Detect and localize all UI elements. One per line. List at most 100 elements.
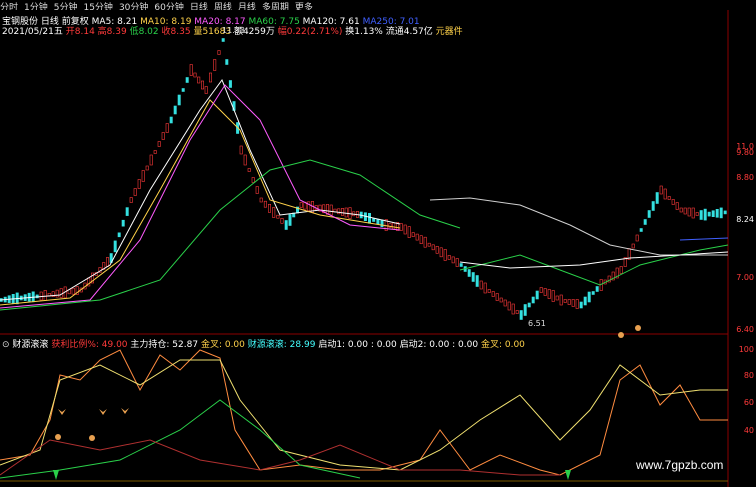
candle bbox=[209, 72, 213, 83]
candle bbox=[503, 299, 507, 307]
candle bbox=[683, 207, 687, 215]
candle bbox=[455, 258, 459, 267]
diamond-icon bbox=[58, 409, 66, 415]
golden-cross-2: 金叉: 0.00 bbox=[480, 340, 525, 350]
axis-label: 60 bbox=[743, 398, 754, 407]
candle bbox=[340, 208, 344, 216]
candle bbox=[169, 116, 173, 124]
candle bbox=[595, 286, 599, 292]
candle bbox=[471, 272, 475, 282]
candle bbox=[125, 207, 129, 216]
axis-label: 40 bbox=[743, 426, 754, 435]
candle bbox=[141, 170, 145, 182]
candle bbox=[647, 210, 651, 218]
candle bbox=[715, 209, 719, 218]
candle bbox=[483, 282, 487, 294]
candle bbox=[177, 94, 181, 106]
candle bbox=[559, 294, 563, 306]
candle bbox=[523, 304, 527, 316]
candle bbox=[129, 197, 133, 203]
candle bbox=[288, 214, 292, 226]
candle bbox=[165, 123, 169, 133]
ma60-line bbox=[0, 159, 461, 311]
candle bbox=[539, 287, 543, 293]
candle bbox=[635, 234, 639, 242]
candle bbox=[427, 242, 431, 247]
candle bbox=[703, 208, 707, 221]
indicator-main-line bbox=[0, 359, 728, 471]
candle bbox=[71, 287, 75, 295]
candle bbox=[415, 233, 419, 241]
ma10-line bbox=[0, 99, 401, 306]
chart-canvas[interactable]: 11.33 6.51 bbox=[0, 0, 756, 487]
candle bbox=[435, 246, 439, 254]
candle bbox=[679, 207, 683, 213]
candle bbox=[145, 165, 149, 171]
axis-label: 9.80 bbox=[736, 148, 754, 157]
candle bbox=[659, 185, 663, 195]
candle bbox=[699, 210, 703, 220]
candle bbox=[251, 177, 255, 183]
candle bbox=[631, 243, 635, 249]
indicator-legend: ⊙ 财源滚滚 获利比例%: 49.00 主力持仓: 52.87 金叉: 0.00… bbox=[2, 337, 525, 350]
candle bbox=[655, 192, 659, 204]
candle bbox=[149, 154, 153, 166]
price-axis: 11.0 9.80 8.80 8.24 7.00 6.40 100 80 60 … bbox=[728, 10, 756, 487]
candle bbox=[519, 310, 523, 320]
candle bbox=[515, 310, 519, 314]
candle bbox=[671, 199, 675, 205]
golden-cross-1: 金叉: 0.00 bbox=[200, 340, 245, 350]
candle bbox=[259, 197, 263, 203]
candle bbox=[201, 80, 205, 90]
axis-label: 8.24 bbox=[736, 215, 754, 224]
candle bbox=[419, 235, 423, 244]
candle bbox=[723, 210, 727, 215]
candle bbox=[431, 244, 435, 251]
moving-average-lines bbox=[0, 78, 729, 311]
candle bbox=[121, 219, 125, 227]
ma120-line bbox=[429, 197, 728, 256]
indicator-golden-line bbox=[0, 399, 361, 479]
candle bbox=[563, 299, 567, 303]
candle bbox=[55, 289, 59, 298]
candle bbox=[475, 275, 479, 287]
candle bbox=[459, 263, 463, 267]
candle bbox=[423, 236, 427, 248]
candle bbox=[547, 289, 551, 299]
indicator-profit-line bbox=[0, 349, 728, 476]
candle bbox=[527, 302, 531, 308]
candle bbox=[639, 228, 643, 232]
candle bbox=[221, 38, 225, 42]
candle bbox=[399, 223, 403, 231]
candle bbox=[217, 50, 221, 55]
candle bbox=[507, 301, 511, 311]
candle bbox=[407, 226, 411, 238]
indicator-name[interactable]: 财源滚滚 bbox=[12, 340, 48, 350]
money-bag-icon bbox=[618, 332, 624, 338]
candle bbox=[280, 218, 284, 224]
candle bbox=[543, 288, 547, 296]
candle bbox=[329, 204, 333, 216]
signal-marker bbox=[565, 470, 571, 480]
candle bbox=[263, 200, 267, 208]
money-bag-icon bbox=[635, 325, 641, 331]
candle bbox=[113, 240, 117, 253]
candle bbox=[447, 255, 451, 260]
candle bbox=[117, 232, 121, 238]
candle bbox=[344, 207, 348, 218]
candle bbox=[531, 296, 535, 304]
diamond-icon bbox=[121, 408, 129, 414]
candle bbox=[575, 299, 579, 309]
indicator-red-line bbox=[0, 439, 560, 476]
candle bbox=[443, 249, 447, 261]
candle bbox=[583, 296, 587, 306]
candle bbox=[687, 207, 691, 217]
candle bbox=[243, 154, 247, 166]
candle bbox=[372, 218, 376, 222]
candle bbox=[439, 247, 443, 258]
candle bbox=[185, 77, 189, 83]
candle bbox=[299, 202, 303, 208]
candle bbox=[43, 290, 47, 301]
candle bbox=[667, 196, 671, 200]
candle bbox=[499, 297, 503, 303]
